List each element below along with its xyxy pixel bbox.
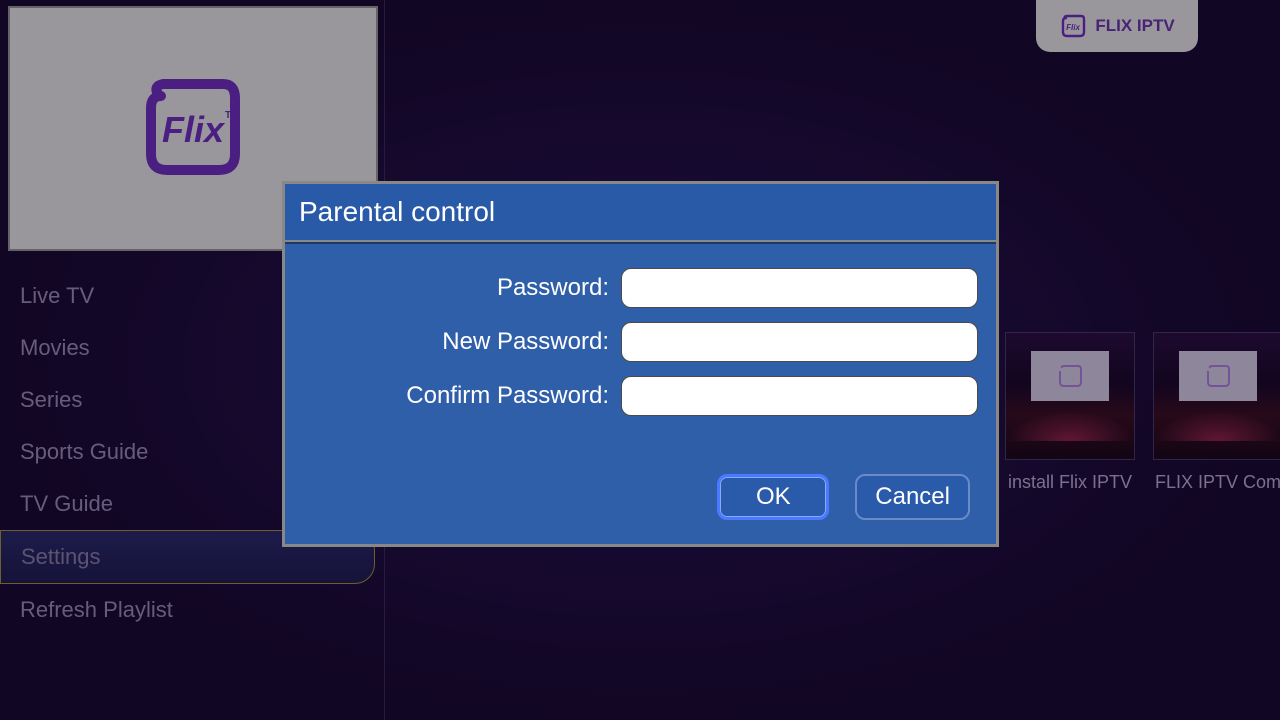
flix-mini-logo-icon: Flix — [1059, 13, 1087, 39]
sidebar-item-label: Movies — [20, 335, 90, 360]
sidebar-item-refresh-playlist[interactable]: Refresh Playlist — [0, 584, 375, 636]
password-label: Password: — [303, 274, 621, 302]
svg-text:TV: TV — [225, 110, 238, 121]
content-thumbnail[interactable]: FLIX IPTV Com — [1153, 332, 1280, 493]
thumbnail-label: install Flix IPTV — [1008, 472, 1132, 493]
sidebar-item-label: Series — [20, 387, 82, 412]
dialog-buttons: OK Cancel — [303, 474, 978, 524]
confirm-password-label: Confirm Password: — [303, 382, 621, 410]
content-thumbnail[interactable]: install Flix IPTV — [1005, 332, 1135, 493]
ok-button[interactable]: OK — [717, 474, 829, 520]
cancel-button-label: Cancel — [875, 483, 950, 511]
sidebar-item-label: Refresh Playlist — [20, 597, 173, 622]
cancel-button[interactable]: Cancel — [855, 474, 970, 520]
parental-control-dialog: Parental control Password: New Password:… — [282, 181, 999, 547]
content-thumbnails: install Flix IPTV FLIX IPTV Com — [1005, 332, 1280, 493]
thumbnail-label: FLIX IPTV Com — [1155, 472, 1280, 493]
svg-text:Flix: Flix — [1066, 23, 1080, 32]
sidebar-item-label: Live TV — [20, 283, 94, 308]
brand-badge-text: FLIX IPTV — [1095, 16, 1174, 36]
form-row-new-password: New Password: — [303, 322, 978, 362]
confirm-password-input[interactable] — [621, 376, 978, 416]
sidebar-item-label: Sports Guide — [20, 439, 148, 464]
svg-text:Flix: Flix — [162, 109, 226, 150]
dialog-body: Password: New Password: Confirm Password… — [285, 242, 996, 544]
new-password-input[interactable] — [621, 322, 978, 362]
ok-button-label: OK — [756, 483, 791, 511]
brand-badge: Flix FLIX IPTV — [1036, 0, 1198, 52]
password-input[interactable] — [621, 268, 978, 308]
sidebar-item-label: Settings — [21, 544, 101, 569]
flix-logo: Flix TV — [133, 74, 253, 184]
thumbnail-image — [1153, 332, 1280, 460]
form-row-password: Password: — [303, 268, 978, 308]
form-row-confirm-password: Confirm Password: — [303, 376, 978, 416]
dialog-title: Parental control — [285, 184, 996, 242]
sidebar-item-label: TV Guide — [20, 491, 113, 516]
thumbnail-image — [1005, 332, 1135, 460]
new-password-label: New Password: — [303, 328, 621, 356]
